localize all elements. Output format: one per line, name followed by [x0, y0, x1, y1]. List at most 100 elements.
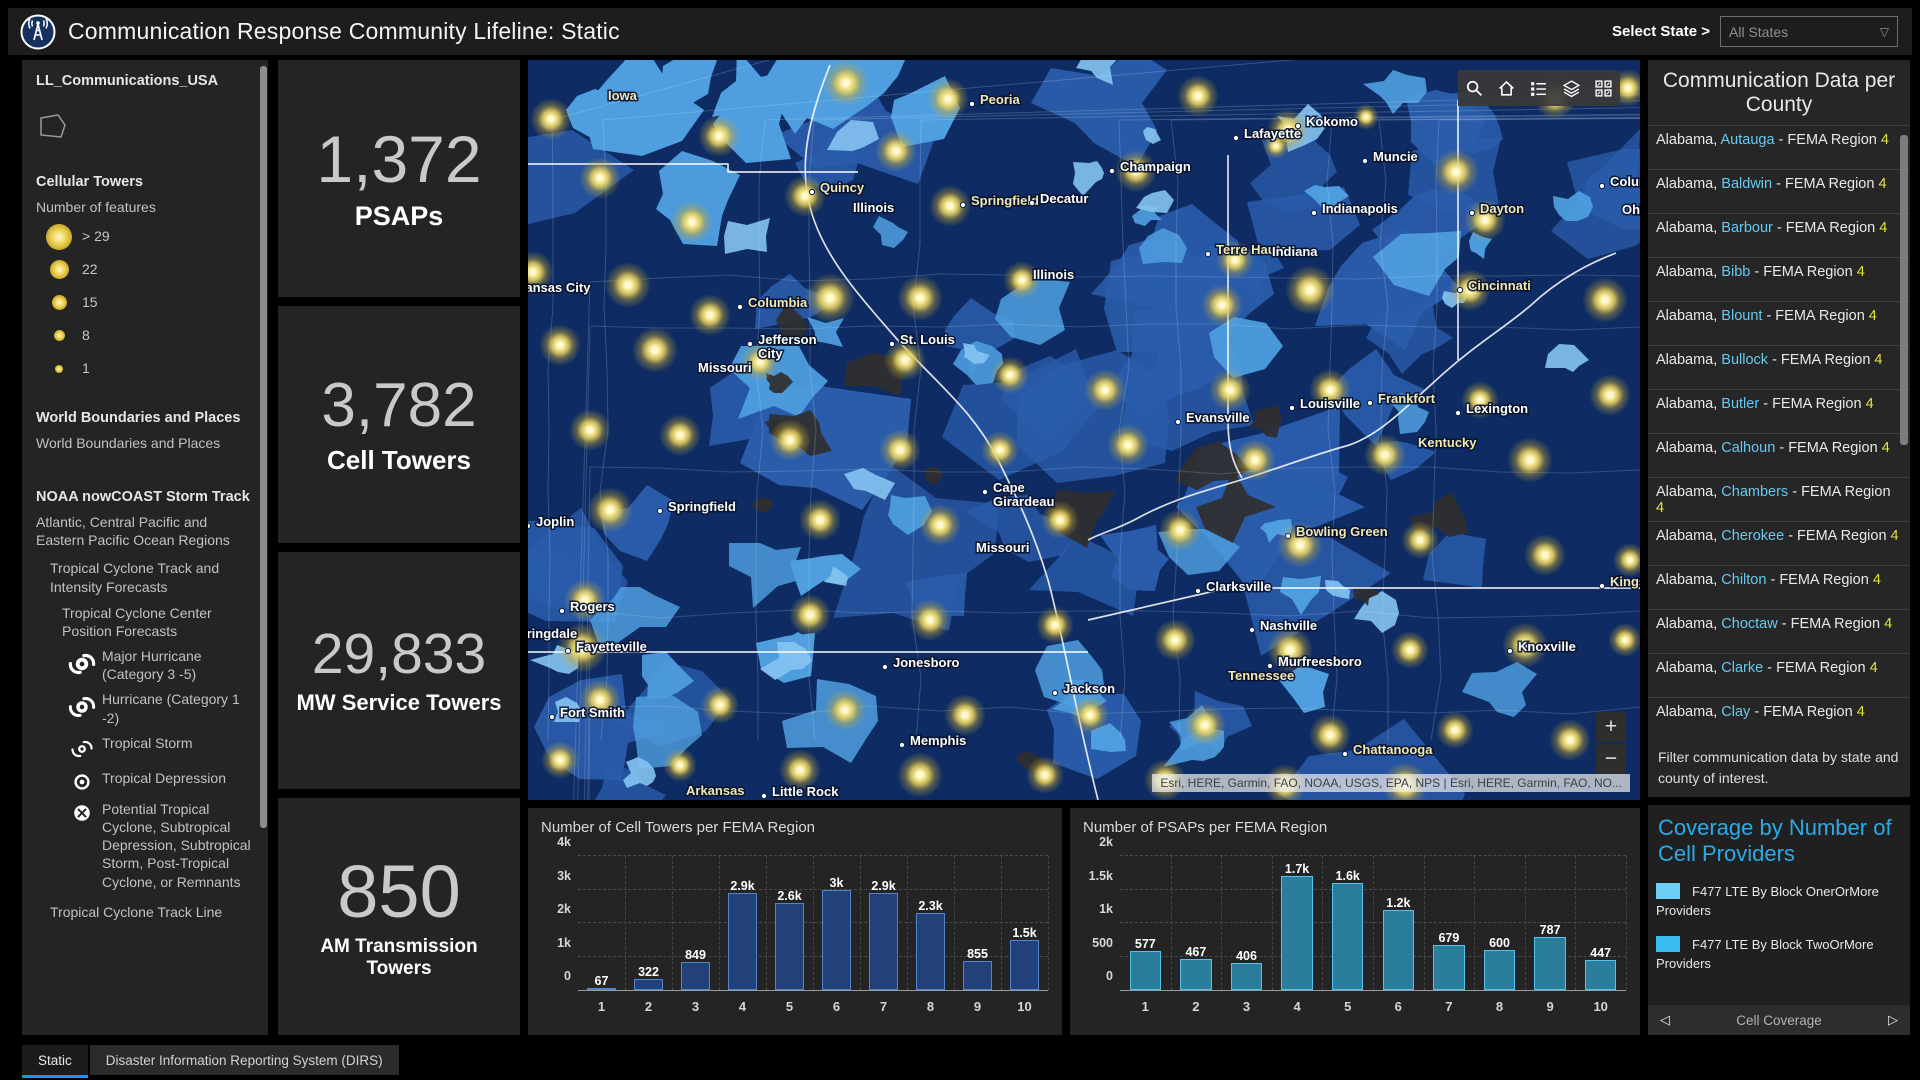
county-row[interactable]: Alabama, Chambers - FEMA Region 4 — [1648, 477, 1910, 521]
county-row[interactable]: Alabama, Barbour - FEMA Region 4 — [1648, 213, 1910, 257]
map-label-lafayette: Lafayette — [1244, 126, 1301, 141]
county-list: Alabama, Autauga - FEMA Region 4Alabama,… — [1648, 125, 1910, 741]
zoom-in-button[interactable]: + — [1596, 712, 1626, 742]
x-axis-tick: 10 — [1593, 999, 1607, 1014]
size-class-label: 15 — [82, 293, 98, 311]
county-row[interactable]: Alabama, Autauga - FEMA Region 4 — [1648, 125, 1910, 169]
number-of-features-label: Number of features — [36, 198, 264, 216]
bar-region-3[interactable] — [681, 962, 710, 990]
y-axis-tick: 1.5k — [1089, 869, 1113, 883]
bar-value-label: 447 — [1590, 946, 1611, 960]
stat-label: MW Service Towers — [289, 690, 510, 716]
bar-value-label: 2.6k — [777, 889, 801, 903]
bar-region-1[interactable] — [1130, 951, 1161, 990]
county-row[interactable]: Alabama, Cherokee - FEMA Region 4 — [1648, 521, 1910, 565]
bar-region-6[interactable] — [822, 890, 851, 991]
county-row-text: Alabama, Calhoun - FEMA Region 4 — [1656, 440, 1890, 456]
county-row[interactable]: Alabama, Baldwin - FEMA Region 4 — [1648, 169, 1910, 213]
x-axis-tick: 6 — [833, 999, 840, 1014]
bar-value-label: 1.6k — [1336, 869, 1360, 883]
county-row[interactable]: Alabama, Bibb - FEMA Region 4 — [1648, 257, 1910, 301]
search-icon[interactable] — [1462, 76, 1486, 100]
x-axis-tick: 9 — [974, 999, 981, 1014]
map-label-muncie: Muncie — [1373, 149, 1418, 164]
bottom-tabs: StaticDisaster Information Reporting Sys… — [22, 1045, 399, 1078]
bar-region-2[interactable] — [634, 979, 663, 990]
home-icon[interactable] — [1495, 76, 1519, 100]
map-label-kokomo: Kokomo — [1306, 114, 1358, 129]
bar-region-5[interactable] — [1332, 883, 1363, 990]
bar-region-7[interactable] — [869, 893, 898, 990]
county-row[interactable]: Alabama, Clarke - FEMA Region 4 — [1648, 653, 1910, 697]
psaps-chart: Number of PSAPs per FEMA Region 05001k1.… — [1070, 808, 1640, 1035]
county-row[interactable]: Alabama, Chilton - FEMA Region 4 — [1648, 565, 1910, 609]
map-label-little-rock: Little Rock — [772, 784, 839, 799]
bar-region-5[interactable] — [775, 903, 804, 990]
world-boundaries-sub: World Boundaries and Places — [36, 434, 264, 452]
x-axis-tick: 5 — [786, 999, 793, 1014]
bar-region-3[interactable] — [1231, 963, 1262, 990]
bar-region-4[interactable] — [728, 893, 757, 990]
x-axis-tick: 8 — [927, 999, 934, 1014]
county-row[interactable]: Alabama, Butler - FEMA Region 4 — [1648, 389, 1910, 433]
sidebar-scrollbar[interactable] — [260, 66, 267, 828]
coverage-swatch-icon — [1656, 883, 1680, 899]
y-axis-tick: 1k — [1099, 902, 1113, 916]
bar-value-label: 2.9k — [730, 879, 754, 893]
stat-value: 3,782 — [321, 373, 476, 438]
county-panel-title: Communication Data per County — [1648, 60, 1910, 125]
county-row[interactable]: Alabama, Clay - FEMA Region 4 — [1648, 697, 1910, 741]
legend-icon[interactable] — [1527, 76, 1551, 100]
x-axis-tick: 1 — [1142, 999, 1149, 1014]
hurricane-icon — [62, 690, 102, 722]
state-dropdown[interactable]: All States ▽ — [1720, 16, 1898, 47]
map-label-arkansas: Arkansas — [686, 783, 745, 798]
county-scrollbar[interactable] — [1900, 135, 1908, 445]
county-row[interactable]: Alabama, Calhoun - FEMA Region 4 — [1648, 433, 1910, 477]
county-row[interactable]: Alabama, Blount - FEMA Region 4 — [1648, 301, 1910, 345]
pager-prev-icon[interactable]: ◁ — [1648, 1012, 1682, 1028]
county-row[interactable]: Alabama, Choctaw - FEMA Region 4 — [1648, 609, 1910, 653]
bar-region-7[interactable] — [1433, 945, 1464, 990]
bar-value-label: 322 — [638, 965, 659, 979]
bar-region-9[interactable] — [1534, 937, 1565, 990]
map-label-columbia: Columbia — [748, 295, 808, 310]
stat-card-psaps: 1,372 PSAPs — [278, 60, 520, 297]
tab-disaster[interactable]: Disaster Information Reporting System (D… — [90, 1045, 399, 1075]
county-row-text: Alabama, Barbour - FEMA Region 4 — [1656, 220, 1887, 236]
size-class-row: > 29 — [36, 220, 264, 253]
map-label-murfreesboro: Murfreesboro — [1278, 654, 1362, 669]
bar-region-1[interactable] — [587, 988, 616, 990]
size-class-label: 8 — [82, 326, 90, 344]
map-label-knoxville: Knoxville — [1518, 639, 1576, 654]
map-canvas[interactable]: IowaPeoriaKokomoLafayetteMuncieChampaign… — [528, 60, 1640, 800]
zoom-out-button[interactable]: − — [1596, 744, 1626, 774]
county-row-text: Alabama, Clarke - FEMA Region 4 — [1656, 660, 1878, 676]
map-label-iowa: Iowa — [608, 88, 638, 103]
track-line-label: Tropical Cyclone Track Line — [50, 903, 264, 921]
center-position-label: Tropical Cyclone Center Position Forecas… — [62, 604, 227, 640]
basemap-icon[interactable] — [1592, 76, 1616, 100]
bar-region-9[interactable] — [963, 961, 992, 990]
layers-icon[interactable] — [1559, 76, 1583, 100]
bar-value-label: 577 — [1135, 937, 1156, 951]
bar-region-10[interactable] — [1010, 940, 1039, 990]
storm-legend-label: Tropical Storm — [102, 734, 252, 752]
county-row[interactable]: Alabama, Bullock - FEMA Region 4 — [1648, 345, 1910, 389]
bar-value-label: 679 — [1438, 931, 1459, 945]
legend-sidebar: LL_Communications_USA Cellular Towers Nu… — [22, 60, 268, 1035]
bar-region-4[interactable] — [1281, 876, 1312, 990]
y-axis-tick: 500 — [1092, 936, 1113, 950]
pager-next-icon[interactable]: ▷ — [1876, 1012, 1910, 1028]
bar-region-8[interactable] — [1484, 950, 1515, 990]
map-panel[interactable]: IowaPeoriaKokomoLafayetteMuncieChampaign… — [528, 60, 1640, 800]
map-label-missouri: Missouri — [698, 360, 751, 375]
bar-region-10[interactable] — [1585, 960, 1616, 990]
map-label-chattanooga: Chattanooga — [1353, 742, 1433, 757]
tower-dot-icon — [36, 260, 82, 279]
bar-region-6[interactable] — [1383, 910, 1414, 990]
y-axis-tick: 2k — [557, 902, 571, 916]
tab-static[interactable]: Static — [22, 1045, 88, 1078]
bar-region-2[interactable] — [1180, 959, 1211, 990]
bar-region-8[interactable] — [916, 913, 945, 990]
